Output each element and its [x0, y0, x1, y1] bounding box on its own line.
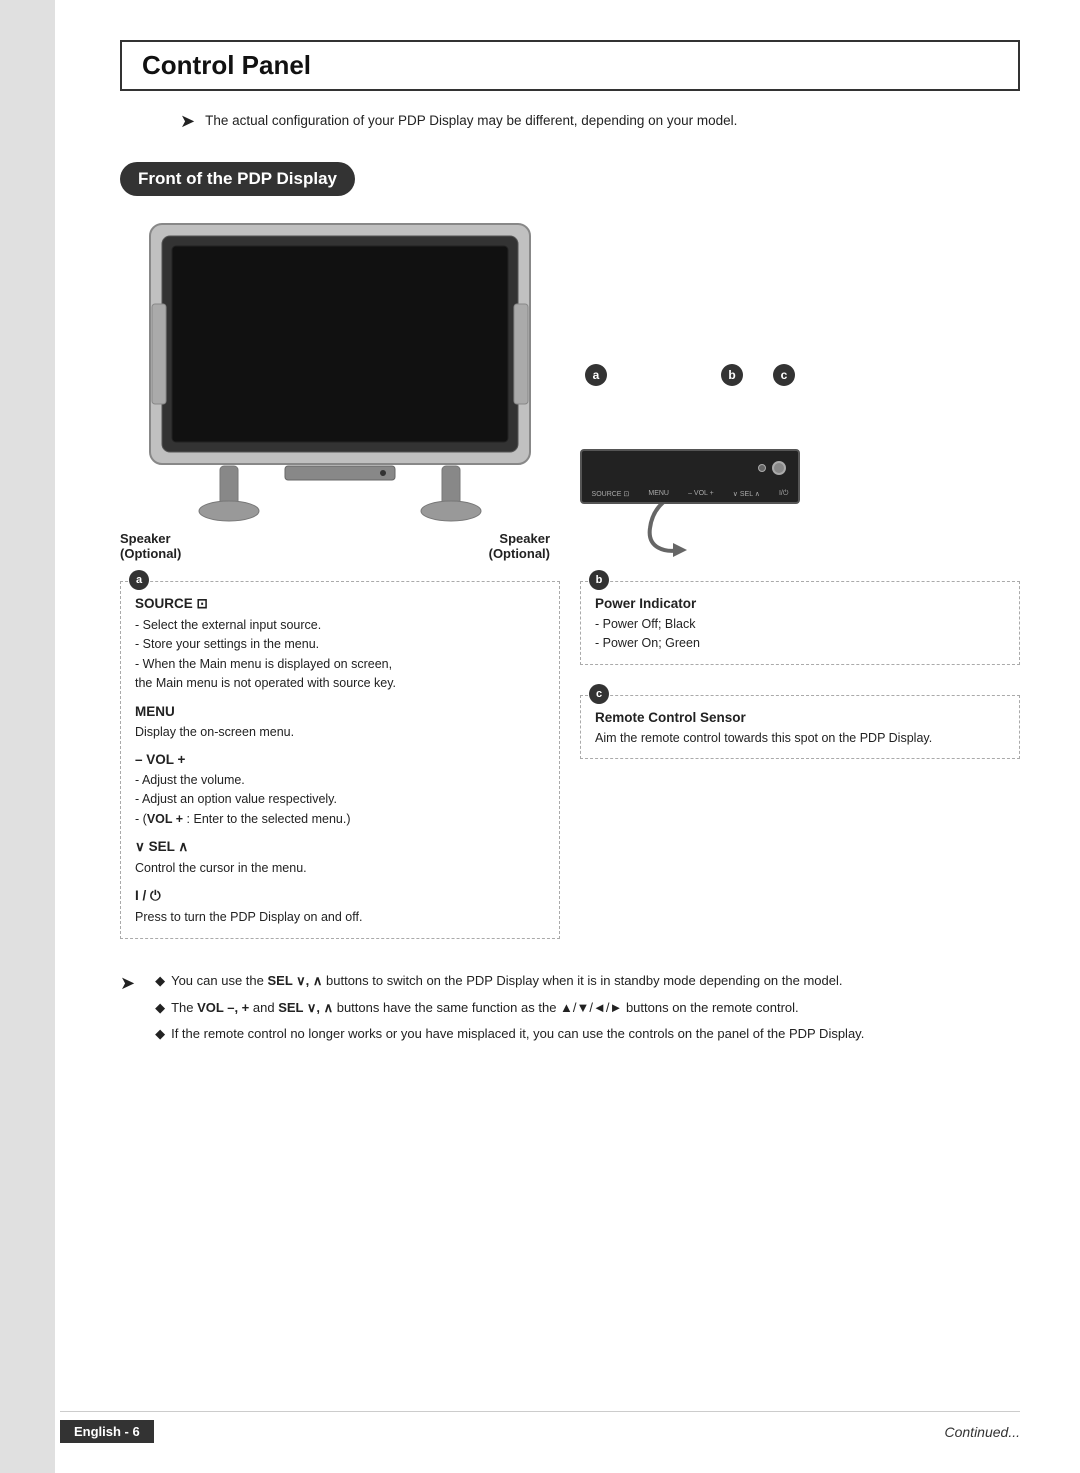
vol-item-1: Adjust the volume.: [135, 771, 545, 790]
bottom-notes-list: You can use the SEL ∨, ∧ buttons to swit…: [155, 971, 864, 1051]
tv-graphic: Speaker (Optional) Speaker (Optional): [120, 214, 560, 561]
source-heading: SOURCE ⊡: [135, 596, 545, 612]
vol-heading: – VOL +: [135, 752, 545, 767]
footer: English - 6 Continued...: [60, 1411, 1020, 1443]
power-indicator-item-1: Power Off; Black: [595, 615, 1005, 634]
bottom-arrow-icon: ➤: [120, 973, 135, 994]
control-bar-detail: SOURCE ⊡ MENU – VOL + ∨ SEL ∧ I/⏻: [580, 449, 800, 504]
desc-left: a SOURCE ⊡ Select the external input sou…: [120, 581, 560, 951]
page-title: Control Panel: [142, 50, 998, 81]
content: Control Panel ➤ The actual configuration…: [120, 40, 1020, 1051]
remote-sensor-heading: Remote Control Sensor: [595, 710, 1005, 725]
menu-heading: MENU: [135, 704, 545, 719]
bottom-notes: ➤ You can use the SEL ∨, ∧ buttons to sw…: [120, 971, 1020, 1051]
label-c: c: [773, 364, 795, 386]
bottom-note-1: You can use the SEL ∨, ∧ buttons to swit…: [155, 971, 864, 992]
vol-item-3: (VOL + : Enter to the selected menu.): [135, 810, 545, 829]
control-bar-labels: SOURCE ⊡ MENU – VOL + ∨ SEL ∧ I/⏻: [582, 490, 798, 498]
bottom-note-3: If the remote control no longer works or…: [155, 1024, 864, 1045]
vol-list: Adjust the volume. Adjust an option valu…: [135, 771, 545, 829]
vol-item-2: Adjust an option value respectively.: [135, 790, 545, 809]
power-indicator-list: Power Off; Black Power On; Green: [595, 615, 1005, 654]
left-sidebar: [0, 0, 55, 1473]
tv-svg: [120, 214, 560, 524]
power-heading: I / ⏻: [135, 888, 545, 904]
label-b: b: [721, 364, 743, 386]
arrow-icon: ➤: [180, 111, 195, 132]
source-list: Select the external input source. Store …: [135, 616, 545, 694]
power-indicator-item-2: Power On; Green: [595, 634, 1005, 653]
menu-desc: Display the on-screen menu.: [135, 723, 545, 742]
lang-page: English - 6: [60, 1420, 154, 1443]
desc-box-a: a SOURCE ⊡ Select the external input sou…: [120, 581, 560, 939]
continued-text: Continued...: [945, 1424, 1021, 1440]
right-speaker-label: Speaker (Optional): [489, 531, 550, 561]
speaker-labels: Speaker (Optional) Speaker (Optional): [120, 531, 560, 561]
desc-box-c: c Remote Control Sensor Aim the remote c…: [580, 695, 1020, 759]
section-header: Front of the PDP Display: [120, 162, 355, 196]
bottom-note-2: The VOL –, + and SEL ∨, ∧ buttons have t…: [155, 998, 864, 1019]
desc-box-b: b Power Indicator Power Off; Black Power…: [580, 581, 1020, 665]
intro-text: The actual configuration of your PDP Dis…: [205, 111, 737, 131]
box-label-b: b: [589, 570, 609, 590]
power-indicator-heading: Power Indicator: [595, 596, 1005, 611]
detail-area: a b c SOURCE ⊡ MENU – VOL + ∨ SEL ∧ I/⏻: [580, 364, 800, 561]
title-bar: Control Panel: [120, 40, 1020, 91]
abc-labels-row: a b c: [580, 364, 800, 386]
left-speaker-label: Speaker (Optional): [120, 531, 181, 561]
tv-and-detail: Speaker (Optional) Speaker (Optional) a …: [120, 214, 1020, 561]
source-item-1: Select the external input source.: [135, 616, 545, 635]
box-label-c: c: [589, 684, 609, 704]
label-a: a: [585, 364, 607, 386]
sel-heading: ∨ SEL ∧: [135, 839, 545, 855]
power-desc: Press to turn the PDP Display on and off…: [135, 908, 545, 927]
sel-desc: Control the cursor in the menu.: [135, 859, 545, 878]
box-label-a: a: [129, 570, 149, 590]
source-item-3: When the Main menu is displayed on scree…: [135, 655, 545, 694]
desc-right: b Power Indicator Power Off; Black Power…: [580, 581, 1020, 951]
intro-note: ➤ The actual configuration of your PDP D…: [180, 111, 1020, 132]
desc-section: a SOURCE ⊡ Select the external input sou…: [120, 581, 1020, 951]
page: Control Panel ➤ The actual configuration…: [0, 0, 1080, 1473]
source-item-2: Store your settings in the menu.: [135, 635, 545, 654]
remote-sensor-desc: Aim the remote control towards this spot…: [595, 729, 1005, 748]
